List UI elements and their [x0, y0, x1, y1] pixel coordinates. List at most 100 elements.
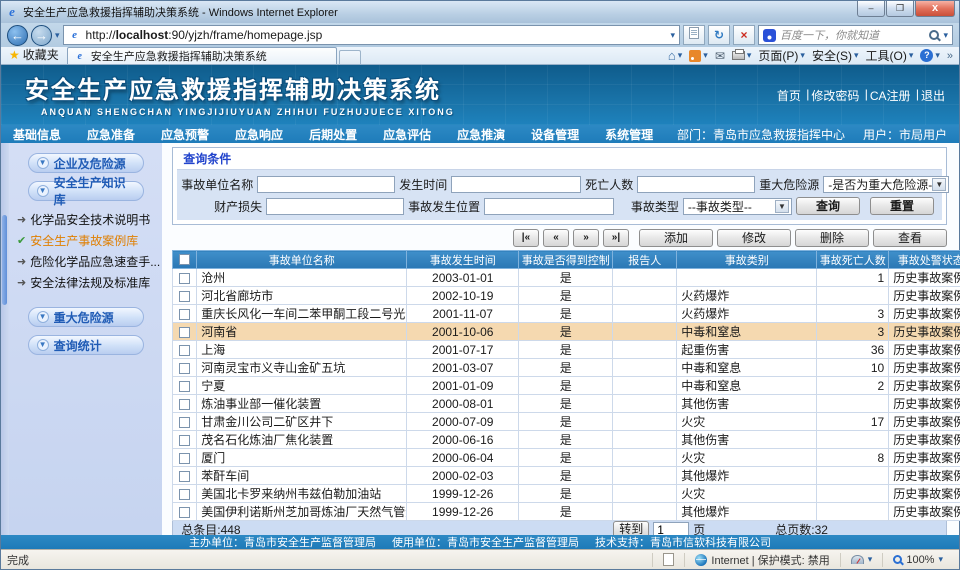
row-checkbox[interactable] [179, 345, 190, 356]
row-checkbox[interactable] [179, 435, 190, 446]
nav-item-0[interactable]: 基础信息 [13, 126, 61, 143]
reset-button[interactable]: 重置 [870, 197, 934, 215]
query-legend: 查询条件 [177, 148, 942, 170]
close-button[interactable]: x [915, 1, 955, 17]
minimize-button[interactable]: – [857, 1, 885, 17]
deaths-input[interactable] [637, 176, 755, 193]
nav-item-7[interactable]: 设备管理 [531, 126, 579, 143]
major-hazard-select[interactable]: -是否为重大危险源- ▼ [823, 176, 949, 193]
forward-button[interactable]: → [31, 25, 52, 46]
row-checkbox[interactable] [179, 363, 190, 374]
nav-item-5[interactable]: 应急评估 [383, 126, 431, 143]
zoom-control[interactable]: 100% ▾ [882, 553, 953, 567]
header-link-0[interactable]: 首页 [777, 87, 801, 104]
nav-item-8[interactable]: 系统管理 [605, 126, 653, 143]
sidebar-item-1-0[interactable]: ➜化学品安全技术说明书 [9, 209, 162, 230]
help-button[interactable]: ?▾ [920, 49, 940, 62]
sidebar-item-1-3[interactable]: ➜安全法律法规及标准库 [9, 272, 162, 293]
add-button[interactable]: 添加 [639, 229, 713, 247]
row-checkbox-cell [173, 269, 197, 287]
tools-menu-button[interactable]: 工具(O)▾ [865, 47, 913, 64]
favorites-button[interactable]: ★ 收藏夹 [5, 45, 67, 64]
history-dropdown-icon[interactable]: ▾ [55, 30, 60, 41]
search-dropdown-icon[interactable]: ▾ [943, 30, 948, 41]
sidebar-group-2[interactable]: ▼重大危险源 [28, 307, 144, 327]
address-field[interactable]: e http://localhost:90/yjzh/frame/homepag… [63, 25, 680, 45]
row-checkbox[interactable] [179, 291, 190, 302]
pager-button-2[interactable]: » [573, 229, 599, 247]
cell-occur-date: 2002-10-19 [407, 287, 519, 305]
back-button[interactable]: ← [7, 25, 28, 46]
maximize-button[interactable]: ❒ [886, 1, 914, 17]
row-checkbox[interactable] [179, 381, 190, 392]
tab-favicon-icon: e [73, 51, 87, 62]
unit-name-input[interactable] [257, 176, 395, 193]
property-loss-input[interactable] [266, 198, 404, 215]
header-link-2[interactable]: CA注册 [870, 87, 911, 104]
accident-type-select[interactable]: --事故类型-- ▼ [683, 198, 792, 215]
search-icon[interactable] [929, 30, 939, 40]
zoom-icon [893, 555, 902, 564]
status-gauge-segment[interactable]: ▾ [840, 553, 883, 567]
select-all-checkbox[interactable] [179, 254, 190, 265]
sidebar-scroll-handle[interactable] [2, 215, 7, 305]
stop-button[interactable]: × [733, 25, 755, 45]
refresh-button[interactable]: ↻ [708, 25, 730, 45]
cell-occur-date: 2000-07-09 [407, 413, 519, 431]
more-commands-button[interactable]: » [947, 50, 953, 62]
sidebar-group-0[interactable]: ▼企业及危险源 [28, 153, 144, 173]
search-placeholder[interactable]: 百度一下，你就知道 [780, 27, 925, 43]
gauge-icon [851, 555, 864, 564]
new-tab-button[interactable] [339, 50, 361, 64]
compatibility-view-button[interactable] [683, 25, 705, 45]
sidebar-item-1-1[interactable]: ✔安全生产事故案例库 [9, 230, 162, 251]
nav-item-2[interactable]: 应急预警 [161, 126, 209, 143]
sidebar-group-3[interactable]: ▼查询统计 [28, 335, 144, 355]
occur-time-input[interactable] [451, 176, 581, 193]
nav-item-1[interactable]: 应急准备 [87, 126, 135, 143]
view-button[interactable]: 查看 [873, 229, 947, 247]
modify-button[interactable]: 修改 [717, 229, 791, 247]
search-button[interactable]: 查询 [796, 197, 860, 215]
pager-button-1[interactable]: « [543, 229, 569, 247]
row-checkbox[interactable] [179, 471, 190, 482]
compatibility-view-icon [689, 27, 699, 39]
nav-item-3[interactable]: 应急响应 [235, 126, 283, 143]
url-dropdown-icon[interactable]: ▾ [670, 30, 675, 41]
row-checkbox[interactable] [179, 417, 190, 428]
header-link-3[interactable]: 退出 [921, 87, 945, 104]
pager-button-3[interactable]: »| [603, 229, 629, 247]
row-checkbox[interactable] [179, 327, 190, 338]
feeds-button[interactable]: ▾ [689, 50, 708, 62]
row-checkbox[interactable] [179, 309, 190, 320]
nav-item-6[interactable]: 应急推演 [457, 126, 505, 143]
pager-button-0[interactable]: |« [513, 229, 539, 247]
row-checkbox-cell [173, 503, 197, 521]
row-checkbox-cell [173, 413, 197, 431]
read-mail-button[interactable]: ✉ [715, 49, 725, 63]
row-checkbox[interactable] [179, 507, 190, 518]
location-input[interactable] [484, 198, 614, 215]
page-menu-button[interactable]: 页面(P)▾ [758, 47, 805, 64]
sidebar-group-label: 企业及危险源 [54, 155, 126, 172]
major-hazard-label: 重大危险源 [759, 176, 819, 193]
nav-item-4[interactable]: 后期处置 [309, 126, 357, 143]
safety-menu-button[interactable]: 安全(S)▾ [812, 47, 859, 64]
sidebar-item-1-2[interactable]: ➜危险化学品应急速查手... [9, 251, 162, 272]
tab-active[interactable]: e 安全生产应急救援指挥辅助决策系统 [67, 47, 337, 64]
search-box[interactable]: 百度一下，你就知道 ▾ [758, 25, 953, 45]
table-row: 重庆长风化一车间二苯甲酮工段二号光化釜2001-11-07是火药爆炸3历史事故案… [173, 305, 960, 323]
cell-reporter [613, 431, 677, 449]
header-link-1[interactable]: 修改密码 [811, 87, 859, 104]
home-button[interactable]: ⌂▾ [668, 48, 682, 63]
cell-category: 中毒和窒息 [677, 323, 817, 341]
delete-button[interactable]: 删除 [795, 229, 869, 247]
sidebar-group-1[interactable]: ▼安全生产知识库 [28, 181, 144, 201]
row-checkbox[interactable] [179, 489, 190, 500]
accident-table-body: 沧州2003-01-01是1历史事故案例河北省廊坊市2002-10-19是火药爆… [173, 269, 960, 521]
url-text[interactable]: http://localhost:90/yjzh/frame/homepage.… [86, 28, 667, 42]
print-button[interactable]: ▾ [732, 50, 752, 61]
row-checkbox[interactable] [179, 273, 190, 284]
row-checkbox[interactable] [179, 453, 190, 464]
row-checkbox[interactable] [179, 399, 190, 410]
